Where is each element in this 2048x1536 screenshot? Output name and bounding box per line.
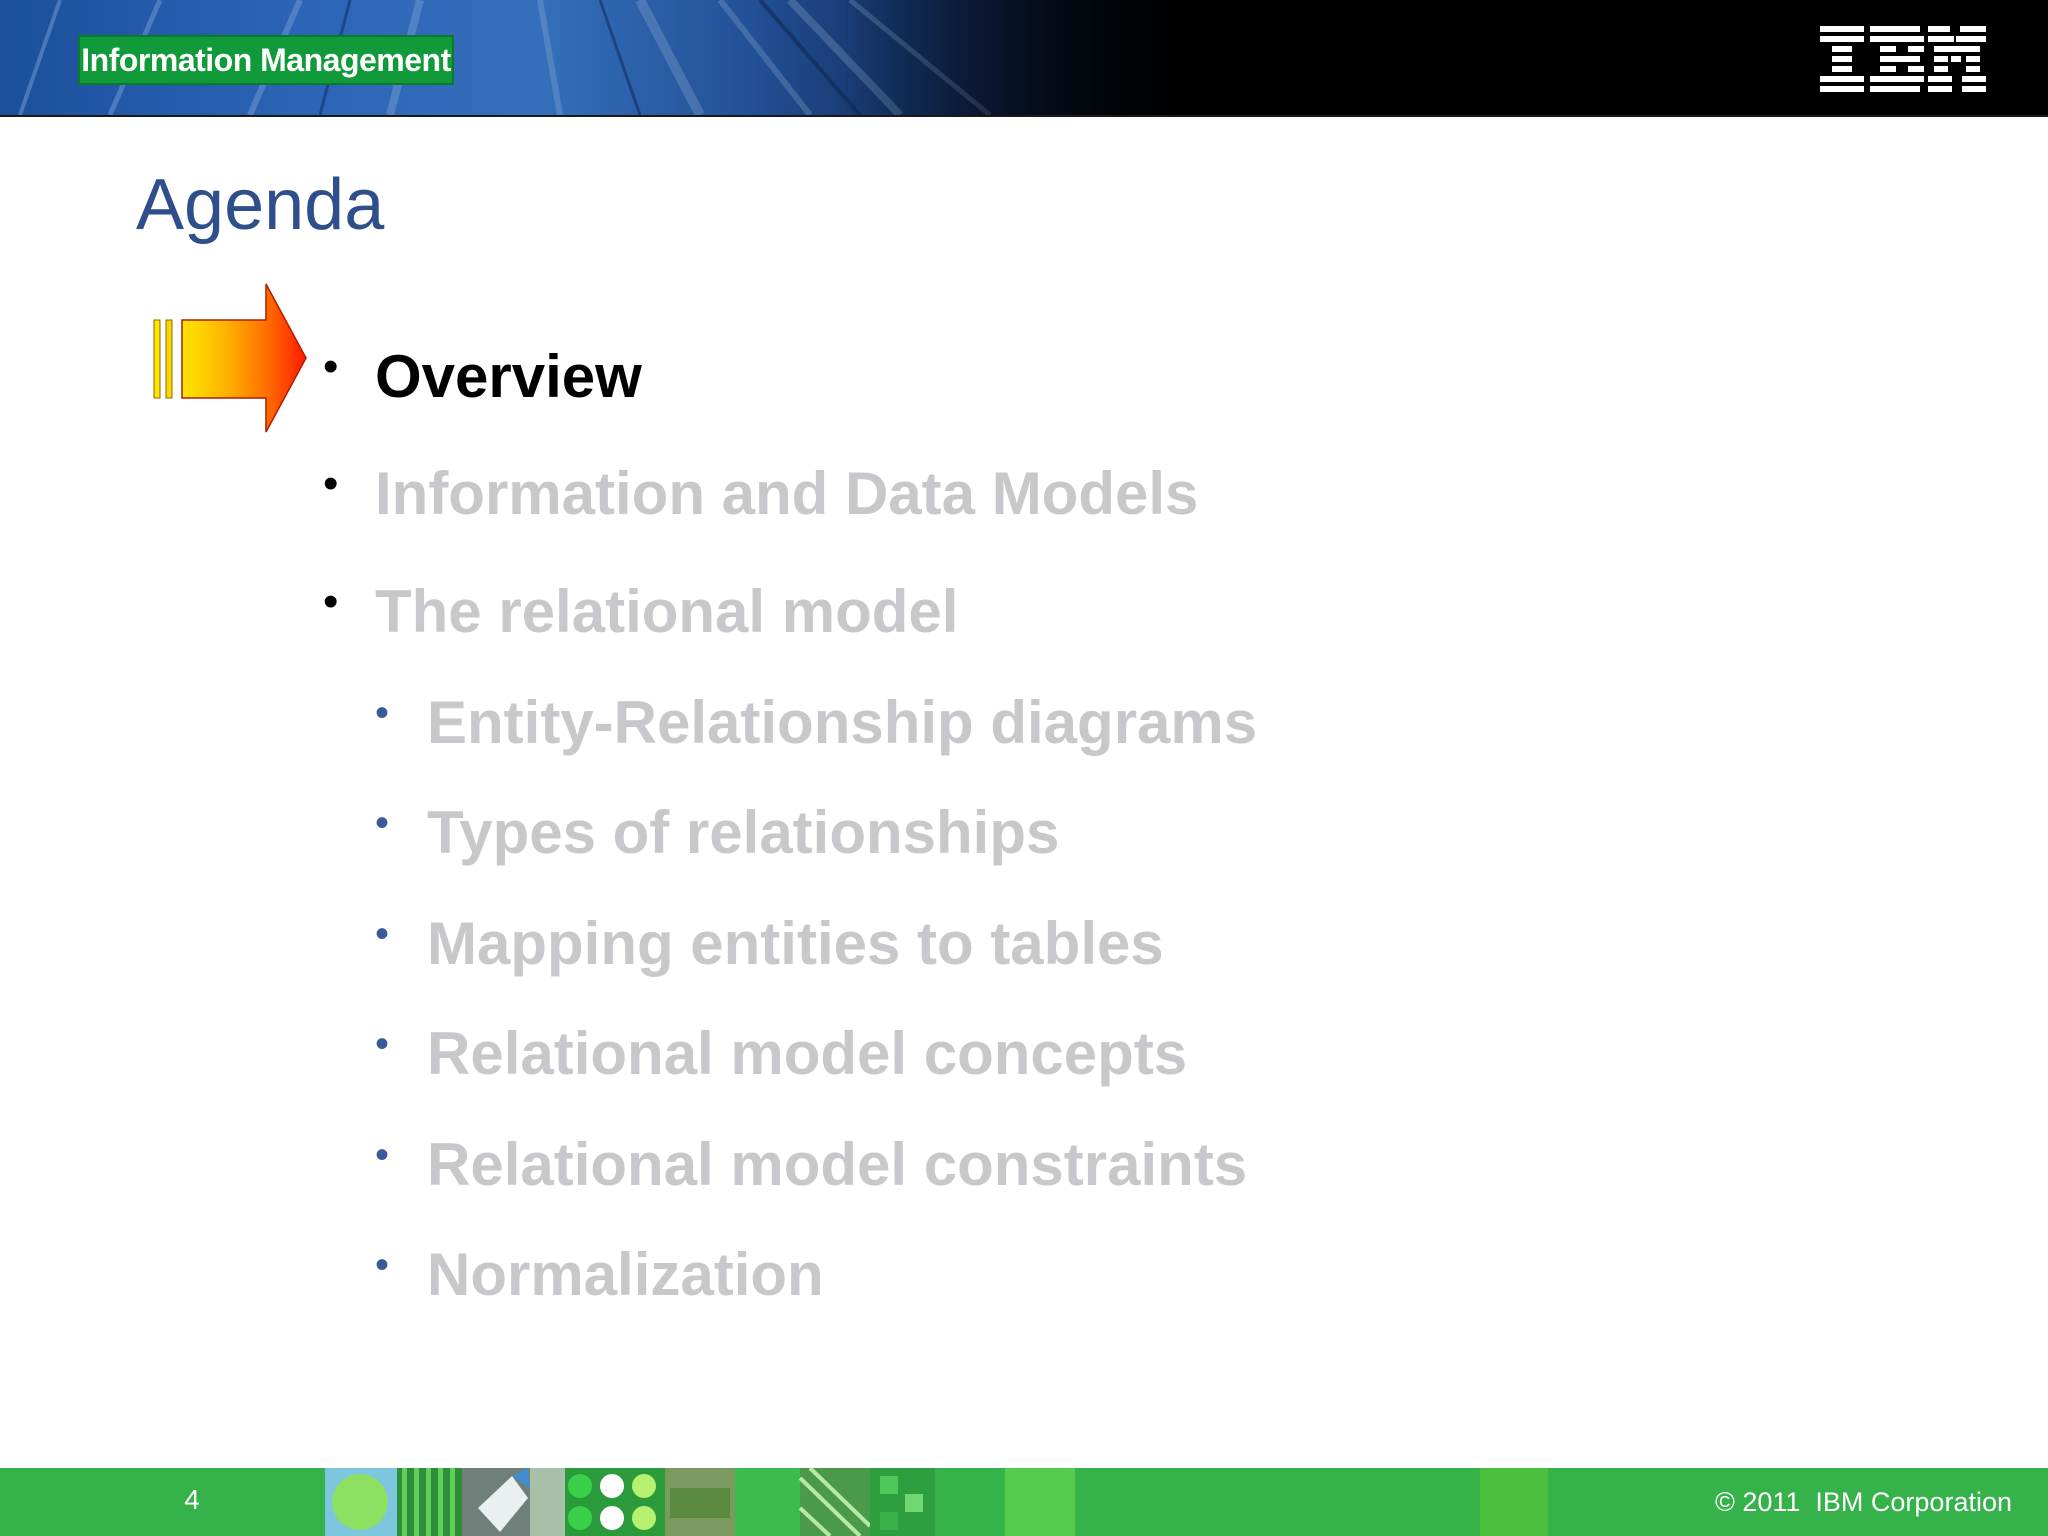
bullet-icon: • [375,1022,390,1066]
agenda-item-overview: • Overview [323,342,642,412]
ibm-logo-icon [1820,26,1986,94]
agenda-subitem-normalization: • Normalization [375,1240,824,1310]
agenda-subitem-relational-concepts: • Relational model concepts [375,1019,1188,1089]
agenda-item-label: Mapping entities to tables [427,910,1164,977]
agenda-subitem-mapping-entities: • Mapping entities to tables [375,909,1164,979]
agenda-item-label: Entity-Relationship diagrams [427,689,1258,756]
bullet-icon: • [323,577,339,626]
information-management-badge: Information Management [78,35,454,85]
bullet-icon: • [375,1133,390,1177]
agenda-item-label: Relational model concepts [427,1020,1188,1087]
page-number: 4 [184,1484,200,1515]
agenda-item-label: The relational model [375,578,959,645]
agenda-item-label: Normalization [427,1241,824,1308]
agenda-item-label: Overview [375,343,642,410]
agenda-item-information-data-models: • Information and Data Models [323,459,1199,529]
bullet-icon: • [375,1243,390,1287]
agenda-subitem-types-of-relationships: • Types of relationships [375,798,1060,868]
agenda-item-label: Types of relationships [427,799,1060,866]
slide-title: Agenda [136,165,385,245]
bullet-icon: • [375,691,390,735]
bullet-icon: • [375,801,390,845]
agenda-subitem-relational-constraints: • Relational model constraints [375,1130,1248,1200]
agenda-item-label: Information and Data Models [375,460,1199,527]
agenda-item-relational-model: • The relational model [323,577,959,647]
header-banner: Information Management [0,0,2048,117]
copyright-notice: © 2011 IBM Corporation [1714,1487,2012,1517]
arrow-right-icon [150,282,310,434]
bullet-icon: • [323,342,339,391]
bullet-icon: • [323,459,339,508]
agenda-subitem-er-diagrams: • Entity-Relationship diagrams [375,688,1258,758]
bullet-icon: • [375,912,390,956]
agenda-item-label: Relational model constraints [427,1131,1248,1198]
slide: Information Management Agenda • Overview… [0,0,2048,1536]
footer-bar: 4 © 2011 IBM Corporation [0,1468,2048,1536]
